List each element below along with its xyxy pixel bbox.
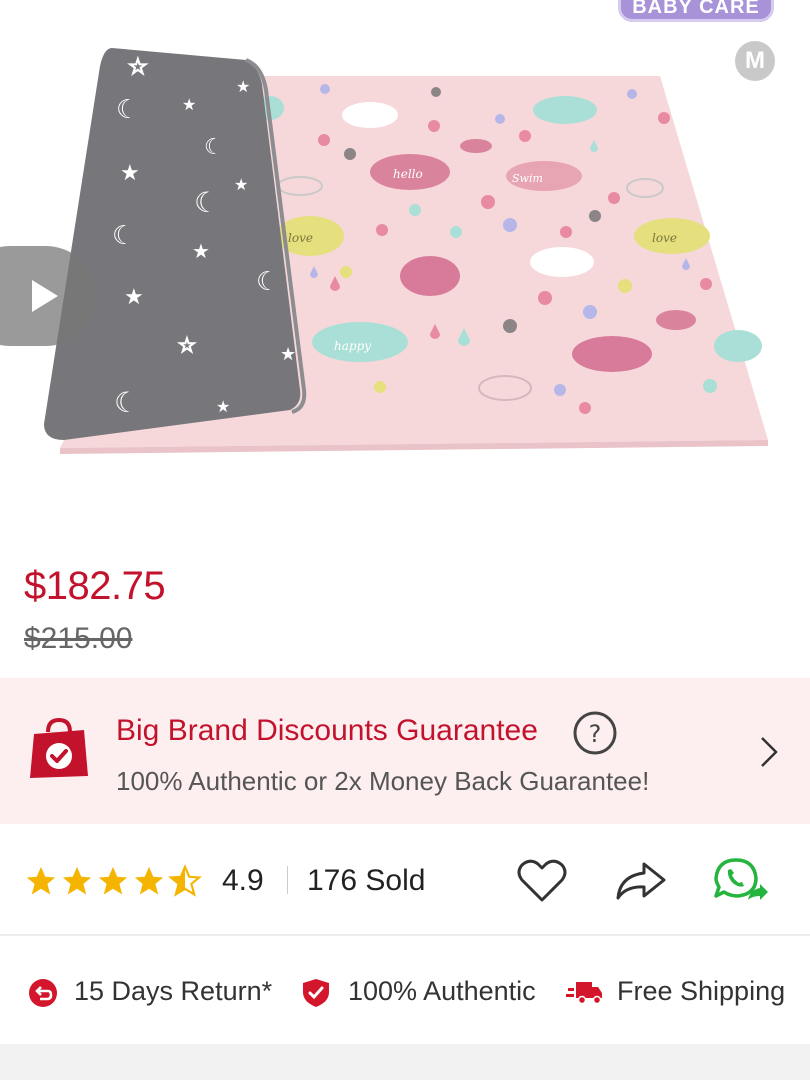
return-icon: [29, 979, 57, 1007]
share-icon[interactable]: [614, 860, 668, 902]
original-price: $215.00: [24, 622, 133, 655]
svg-text:hello: hello: [393, 167, 423, 181]
product-image[interactable]: hello Swim love love happy ☆ ★ ☾ ★ ☾ ★ ★…: [0, 0, 810, 530]
svg-text:★: ★: [124, 285, 144, 310]
star-full-icon: [26, 866, 56, 895]
svg-text:★: ★: [216, 397, 230, 416]
svg-text:★: ★: [236, 77, 250, 96]
mall-badge: M: [735, 41, 775, 81]
svg-text:★: ★: [280, 344, 296, 365]
svg-text:happy: happy: [334, 339, 371, 353]
svg-text:☾: ☾: [112, 221, 135, 251]
star-rating: [24, 864, 202, 898]
guarantee-title: Big Brand Discounts Guarantee: [116, 714, 538, 747]
svg-text:☾: ☾: [256, 267, 279, 297]
rating-divider: [287, 866, 288, 894]
svg-text:Swim: Swim: [512, 172, 543, 185]
heart-icon[interactable]: [516, 858, 568, 904]
guarantee-subtitle: 100% Authentic or 2x Money Back Guarante…: [116, 766, 650, 796]
shield-check-icon: [303, 979, 329, 1007]
rating-value: 4.9: [222, 864, 264, 897]
sold-count: 176 Sold: [307, 864, 426, 897]
svg-text:★: ★: [234, 175, 248, 194]
help-question-icon[interactable]: ?: [572, 710, 618, 756]
svg-text:☾: ☾: [194, 186, 219, 219]
svg-text:?: ?: [589, 720, 602, 748]
star-full-icon: [62, 866, 92, 895]
chevron-right-icon[interactable]: [758, 734, 780, 770]
star-full-icon: [98, 866, 128, 895]
svg-text:love: love: [652, 231, 677, 245]
feature-shipping: Free Shipping: [617, 976, 786, 1006]
svg-text:☆: ☆: [128, 55, 148, 80]
svg-text:★: ★: [182, 95, 196, 114]
guarantee-banner[interactable]: Big Brand Discounts Guarantee ? 100% Aut…: [0, 678, 810, 824]
section-divider: [0, 1044, 810, 1080]
svg-text:☾: ☾: [204, 135, 224, 160]
brand-badge: BABY CARE: [618, 0, 774, 22]
svg-text:★: ★: [120, 161, 140, 186]
star-full-icon: [134, 866, 164, 895]
play-icon: [32, 280, 58, 312]
svg-text:love: love: [288, 231, 313, 245]
feature-return: 15 Days Return*: [74, 976, 273, 1006]
rating-row: 4.9 176 Sold: [0, 824, 810, 936]
feature-authentic: 100% Authentic: [348, 976, 536, 1006]
svg-text:☾: ☾: [114, 386, 139, 419]
svg-text:★: ★: [192, 239, 210, 263]
whatsapp-icon[interactable]: [712, 856, 770, 910]
play-mat-illustration: hello Swim love love happy ☆ ★ ☾ ★ ☾ ★ ★…: [44, 48, 768, 454]
truck-icon: [566, 982, 602, 1005]
shopping-bag-icon: [30, 717, 88, 778]
svg-text:☆: ☆: [178, 333, 196, 357]
current-price: $182.75: [24, 564, 166, 608]
svg-text:☾: ☾: [116, 95, 139, 125]
service-features: 15 Days Return* 100% Authentic Free Ship…: [0, 938, 810, 1042]
star-half-icon: [168, 864, 202, 897]
play-video-button[interactable]: [0, 246, 96, 346]
